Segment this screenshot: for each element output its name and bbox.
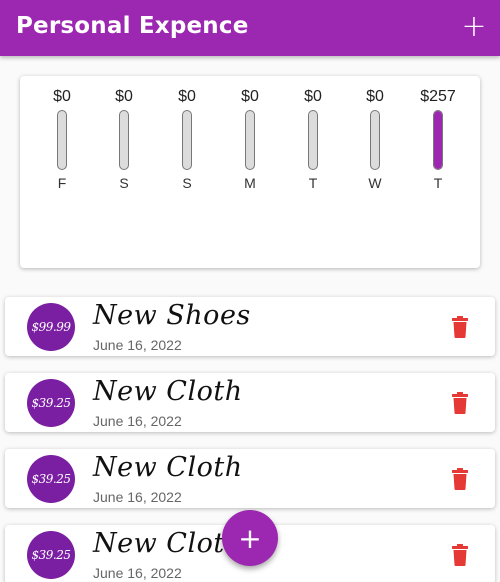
transaction-title: New Cloth (93, 528, 243, 559)
transaction-item: $39.25 New Cloth June 16, 2022 (5, 449, 495, 508)
chart-bar-day: T (433, 175, 443, 191)
chart-bar: $257 T (418, 76, 458, 190)
chart-bar-track (308, 110, 318, 170)
transaction-date: June 16, 2022 (93, 489, 182, 505)
add-transaction-button[interactable]: + (222, 510, 278, 566)
chart-bar-track (245, 110, 255, 170)
chart-bar-day: T (308, 175, 318, 191)
delete-icon[interactable] (451, 316, 469, 338)
chart-bar-amount: $0 (178, 88, 196, 105)
transaction-price: $39.25 (31, 396, 72, 410)
delete-icon[interactable] (451, 544, 469, 566)
delete-icon[interactable] (451, 468, 469, 490)
transaction-title: New Shoes (93, 300, 251, 331)
chart-bar-day: W (368, 175, 382, 191)
transaction-item: $39.25 New Cloth June 16, 2022 (5, 373, 495, 432)
transaction-date: June 16, 2022 (93, 337, 182, 353)
transaction-price: $99.99 (31, 320, 72, 334)
chart-bar-track (57, 110, 67, 170)
chart-bar-track (119, 110, 129, 170)
price-avatar: $39.25 (27, 455, 75, 503)
price-avatar: $39.25 (27, 531, 75, 579)
weekly-chart-card: $0 F $0 S $0 S $0 M $0 T $0 W $257 T (20, 76, 480, 268)
chart-bar-amount: $257 (420, 88, 456, 105)
price-avatar: $99.99 (27, 303, 75, 351)
transaction-date: June 16, 2022 (93, 565, 182, 581)
chart-bar: $0 W (355, 76, 395, 190)
chart-bar-amount: $0 (366, 88, 384, 105)
chart-bar-day: M (244, 175, 256, 191)
chart-bar: $0 F (42, 76, 82, 190)
chart-bar: $0 S (104, 76, 144, 190)
page-title: Personal Expence (16, 13, 249, 39)
transaction-title: New Cloth (93, 452, 243, 483)
chart-bar-amount: $0 (115, 88, 133, 105)
transaction-price: $39.25 (31, 548, 72, 562)
plus-icon[interactable]: + (458, 12, 490, 44)
chart-bar: $0 T (293, 76, 333, 190)
transaction-date: June 16, 2022 (93, 413, 182, 429)
chart-bar: $0 S (167, 76, 207, 190)
chart-bar-day: S (119, 175, 129, 191)
chart-bar-track (433, 110, 443, 170)
chart-bar-fill (434, 111, 442, 169)
chart-bar: $0 M (230, 76, 270, 190)
chart-bar-day: F (57, 175, 67, 191)
delete-icon[interactable] (451, 392, 469, 414)
chart-bar-amount: $0 (53, 88, 71, 105)
chart-bar-track (370, 110, 380, 170)
transaction-title: New Cloth (93, 376, 243, 407)
transaction-price: $39.25 (31, 472, 72, 486)
chart-bar-day: S (182, 175, 192, 191)
chart-bar-amount: $0 (241, 88, 259, 105)
transaction-item: $99.99 New Shoes June 16, 2022 (5, 297, 495, 356)
app-bar: Personal Expence + (0, 0, 500, 56)
price-avatar: $39.25 (27, 379, 75, 427)
chart-bar-track (182, 110, 192, 170)
chart-bar-amount: $0 (304, 88, 322, 105)
